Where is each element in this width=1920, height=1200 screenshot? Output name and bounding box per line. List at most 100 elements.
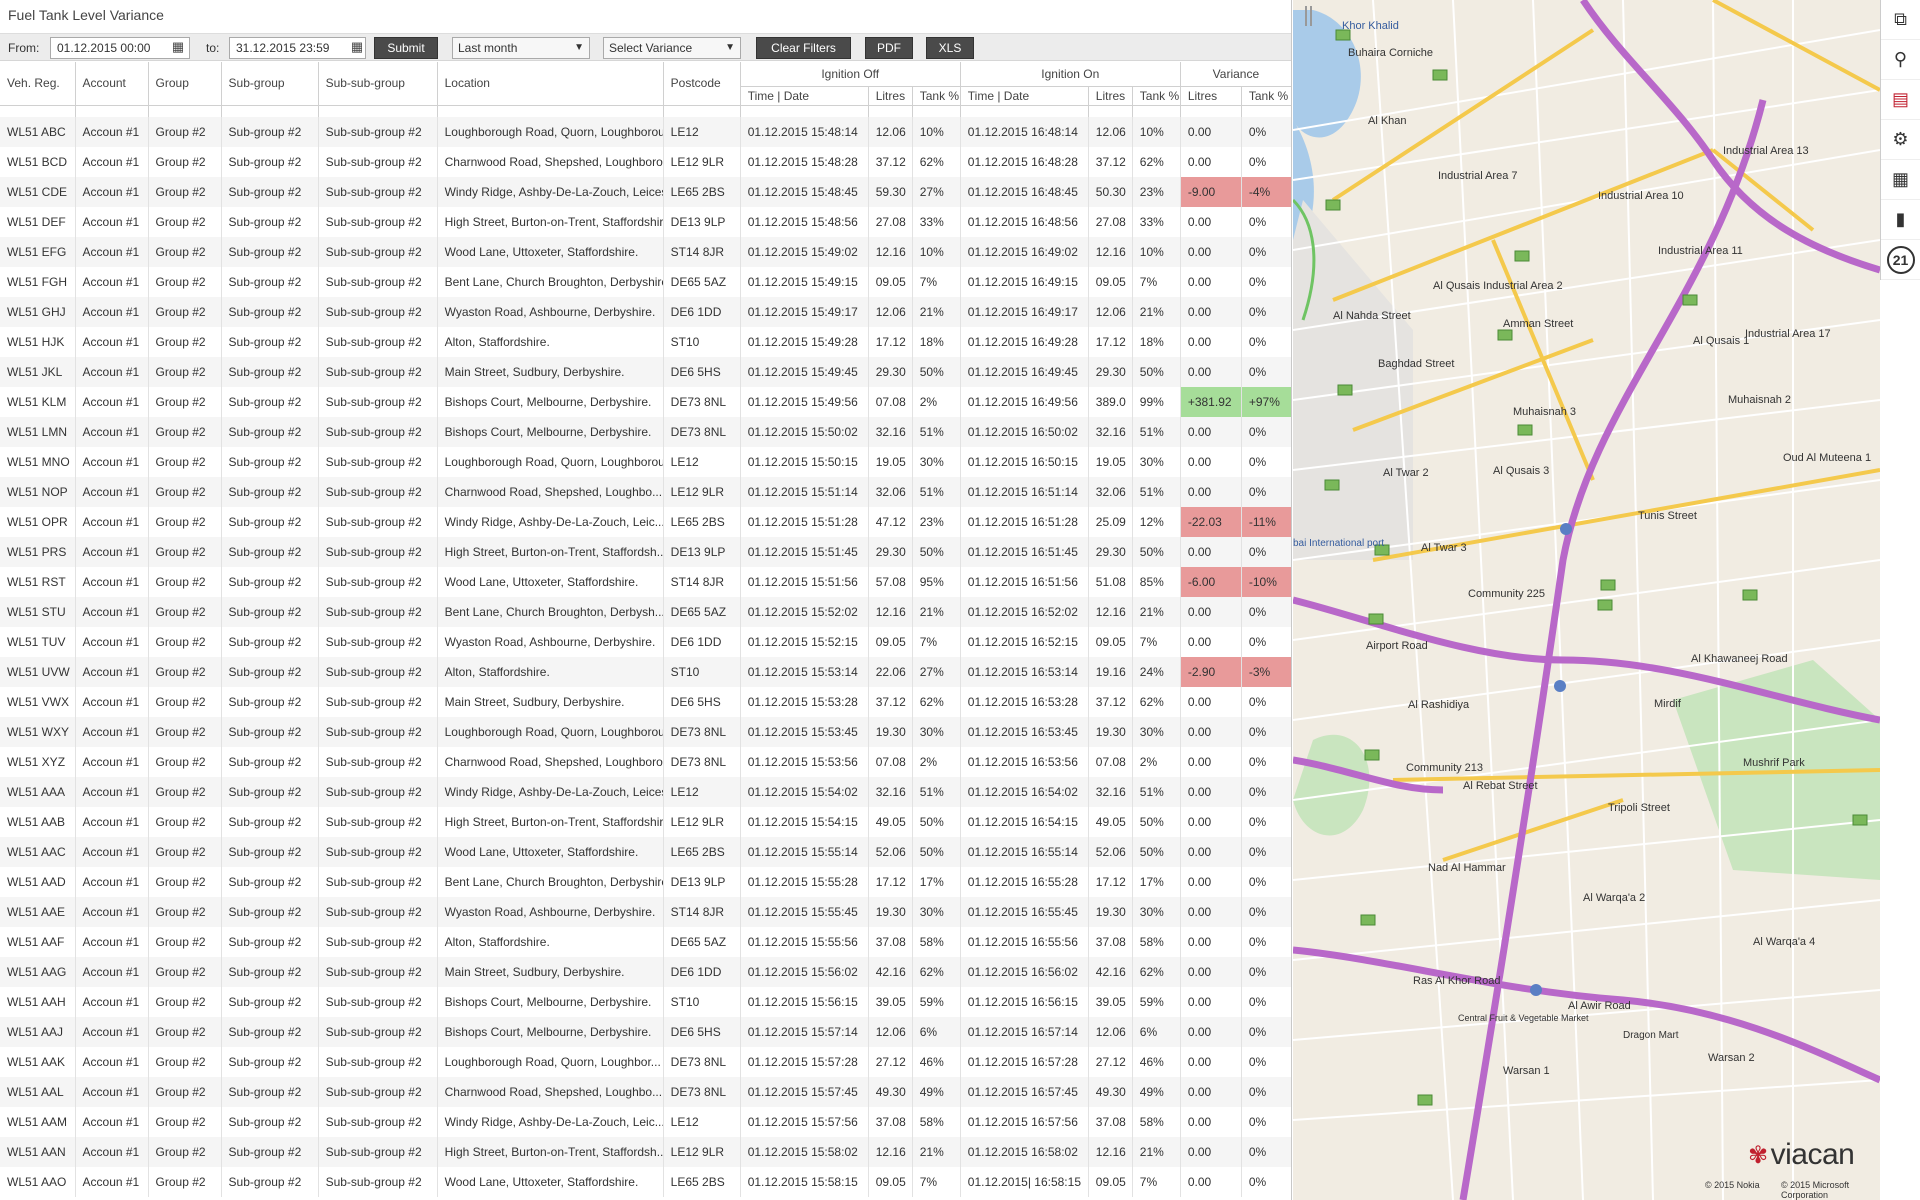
cell-subgroup: Sub-group #2: [221, 267, 319, 297]
table-row[interactable]: WL51 AAF Accoun #1 Group #2 Sub-group #2 Sub…: [0, 927, 1291, 957]
table-row[interactable]: WL51 CDE Accoun #1 Group #2 Sub-group #2 Sub…: [0, 177, 1291, 207]
calendar-icon[interactable]: ▦: [347, 37, 367, 57]
header-group[interactable]: Group: [148, 62, 222, 105]
cell-on-time: 01.12.2015 16:55:14: [960, 837, 1089, 867]
xls-export-button[interactable]: XLS: [926, 37, 974, 59]
table-row[interactable]: WL51 AAN Accoun #1 Group #2 Sub-group #2 Sub…: [0, 1137, 1291, 1167]
report-icon[interactable]: ▤: [1881, 80, 1920, 120]
table-row[interactable]: WL51 UVW Accoun #1 Group #2 Sub-group #2 Sub…: [0, 657, 1291, 687]
table-row[interactable]: WL51 BCD Accoun #1 Group #2 Sub-group #2 Sub…: [0, 147, 1291, 177]
cell-on-litres: 37.08: [1088, 927, 1133, 957]
count-badge[interactable]: 21: [1881, 240, 1920, 280]
header-ignition-off: Ignition Off: [740, 62, 961, 86]
to-date-input[interactable]: 31.12.2015 23:59: [229, 37, 366, 59]
table-row[interactable]: WL51 WXY Accoun #1 Group #2 Sub-group #2 Sub…: [0, 717, 1291, 747]
map-view[interactable]: Buhaira Corniche Khor Khalid Al Khan Ind…: [1293, 0, 1880, 1200]
table-row[interactable]: WL51 AAM Accoun #1 Group #2 Sub-group #2 Sub…: [0, 1107, 1291, 1137]
header-on-time[interactable]: Time | Date: [960, 85, 1089, 105]
gear-icon[interactable]: ⚙: [1881, 120, 1920, 160]
table-row[interactable]: WL51 AAA Accoun #1 Group #2 Sub-group #2 Sub…: [0, 777, 1291, 807]
header-subgroup[interactable]: Sub-group: [221, 62, 319, 105]
header-on-litres[interactable]: Litres: [1088, 85, 1133, 105]
cell-postcode: DE73 8NL: [663, 1077, 741, 1107]
header-account[interactable]: Account: [75, 62, 149, 105]
clear-filters-button[interactable]: Clear Filters: [756, 37, 851, 59]
table-row[interactable]: WL51 TUV Accoun #1 Group #2 Sub-group #2 Sub…: [0, 627, 1291, 657]
from-label: From:: [8, 41, 40, 55]
table-row[interactable]: WL51 STU Accoun #1 Group #2 Sub-group #2 Sub…: [0, 597, 1291, 627]
table-row[interactable]: WL51 GHJ Accoun #1 Group #2 Sub-group #2 Sub…: [0, 297, 1291, 327]
table-row[interactable]: WL51 XYZ Accoun #1 Group #2 Sub-group #2 Sub…: [0, 747, 1291, 777]
park-area-2: [1293, 734, 1370, 836]
variance-select[interactable]: Select Variance ▼: [603, 37, 741, 59]
cell-var-litres: 0.00: [1180, 357, 1242, 387]
header-subsubgroup[interactable]: Sub-sub-group: [318, 62, 438, 105]
cell-account: Accoun #1: [75, 1107, 149, 1137]
table-row[interactable]: WL51 DEF Accoun #1 Group #2 Sub-group #2 Sub…: [0, 207, 1291, 237]
cell-on-time: 01.12.2015 16:54:15: [960, 807, 1089, 837]
cell-subsubgroup: Sub-sub-group #2: [318, 777, 438, 807]
pin-icon[interactable]: ⚲: [1881, 40, 1920, 80]
table-row[interactable]: WL51 NOP Accoun #1 Group #2 Sub-group #2 Sub…: [0, 477, 1291, 507]
cell-subgroup: Sub-group #2: [221, 897, 319, 927]
header-off-time[interactable]: Time | Date: [740, 85, 869, 105]
cell-off-tank: 50%: [912, 537, 961, 567]
table-row[interactable]: WL51 VWX Accoun #1 Group #2 Sub-group #2 Sub…: [0, 687, 1291, 717]
table-row[interactable]: WL51 ABC Accoun #1 Group #2 Sub-group #2 Sub…: [0, 117, 1291, 147]
cell-veh-reg: WL51 WXY: [0, 717, 76, 747]
table-row[interactable]: WL51 AAC Accoun #1 Group #2 Sub-group #2 Sub…: [0, 837, 1291, 867]
cell-var-litres: 0.00: [1180, 297, 1242, 327]
cell-on-tank: 59%: [1132, 987, 1181, 1017]
pdf-export-button[interactable]: PDF: [865, 37, 913, 59]
header-location[interactable]: Location: [437, 62, 664, 105]
header-off-litres[interactable]: Litres: [868, 85, 913, 105]
cell-account: Accoun #1: [75, 327, 149, 357]
table-row[interactable]: WL51 OPR Accoun #1 Group #2 Sub-group #2 Sub…: [0, 507, 1291, 537]
chevron-down-icon: ▼: [725, 42, 735, 53]
header-var-litres[interactable]: Litres: [1180, 85, 1242, 105]
period-select[interactable]: Last month ▼: [452, 37, 590, 59]
resize-handle[interactable]: [1305, 6, 1315, 26]
submit-button[interactable]: Submit: [374, 37, 438, 59]
table-row[interactable]: WL51 AAD Accoun #1 Group #2 Sub-group #2 Sub…: [0, 867, 1291, 897]
table-row[interactable]: WL51 JKL Accoun #1 Group #2 Sub-group #2 Sub…: [0, 357, 1291, 387]
calendar-icon[interactable]: ▦: [1881, 160, 1920, 200]
table-row[interactable]: WL51 PRS Accoun #1 Group #2 Sub-group #2 Sub…: [0, 537, 1291, 567]
table-row[interactable]: WL51 KLM Accoun #1 Group #2 Sub-group #2 Sub…: [0, 387, 1291, 417]
table-row[interactable]: WL51 FGH Accoun #1 Group #2 Sub-group #2 Sub…: [0, 267, 1291, 297]
table-row[interactable]: WL51 EFG Accoun #1 Group #2 Sub-group #2 Sub…: [0, 237, 1291, 267]
cell-on-litres: 27.12: [1088, 1047, 1133, 1077]
book-icon[interactable]: ▮: [1881, 200, 1920, 240]
table-row[interactable]: WL51 AAO Accoun #1 Group #2 Sub-group #2 Sub…: [0, 1167, 1291, 1197]
table-row[interactable]: WL51 AAH Accoun #1 Group #2 Sub-group #2 Sub…: [0, 987, 1291, 1017]
cell-location: Windy Ridge, Ashby-De-La-Zouch, Leic...: [437, 1107, 664, 1137]
header-off-tank[interactable]: Tank %: [912, 85, 961, 105]
cell-off-time: 01.12.2015 15:49:28: [740, 327, 869, 357]
table-row[interactable]: WL51 LMN Accoun #1 Group #2 Sub-group #2 Sub…: [0, 417, 1291, 447]
header-postcode[interactable]: Postcode: [663, 62, 741, 105]
cell-postcode: LE65 2BS: [663, 837, 741, 867]
table-row[interactable]: WL51 AAB Accoun #1 Group #2 Sub-group #2 Sub…: [0, 807, 1291, 837]
cell-off-litres: 47.12: [868, 507, 913, 537]
app-window: Fuel Tank Level Variance From: 01.12.201…: [0, 0, 1920, 1200]
table-row[interactable]: WL51 AAJ Accoun #1 Group #2 Sub-group #2 Sub…: [0, 1017, 1291, 1047]
cell-location: Charnwood Road, Shepshed, Loughborough: [437, 147, 664, 177]
header-veh-reg[interactable]: Veh. Reg.: [0, 62, 76, 105]
table-row[interactable]: WL51 AAK Accoun #1 Group #2 Sub-group #2 Sub…: [0, 1047, 1291, 1077]
cell-veh-reg: WL51 DEF: [0, 207, 76, 237]
table-row[interactable]: WL51 RST Accoun #1 Group #2 Sub-group #2 Sub…: [0, 567, 1291, 597]
table-row[interactable]: WL51 AAG Accoun #1 Group #2 Sub-group #2 Sub…: [0, 957, 1291, 987]
cell-group: Group #2: [148, 807, 222, 837]
cell-on-tank: 12%: [1132, 507, 1181, 537]
cell-postcode: DE6 5HS: [663, 1017, 741, 1047]
table-row[interactable]: WL51 AAL Accoun #1 Group #2 Sub-group #2 Sub…: [0, 1077, 1291, 1107]
header-var-tank[interactable]: Tank %: [1241, 85, 1291, 105]
header-on-tank[interactable]: Tank %: [1132, 85, 1181, 105]
table-row[interactable]: WL51 MNO Accoun #1 Group #2 Sub-group #2 Sub…: [0, 447, 1291, 477]
calendar-icon[interactable]: ▦: [168, 37, 188, 57]
table-row[interactable]: WL51 AAE Accoun #1 Group #2 Sub-group #2 Sub…: [0, 897, 1291, 927]
map-icon[interactable]: ⧉: [1881, 0, 1920, 40]
cell-off-tank: 62%: [912, 147, 961, 177]
cell-off-time: 01.12.2015 15:51:28: [740, 507, 869, 537]
table-row[interactable]: WL51 HJK Accoun #1 Group #2 Sub-group #2 Sub…: [0, 327, 1291, 357]
